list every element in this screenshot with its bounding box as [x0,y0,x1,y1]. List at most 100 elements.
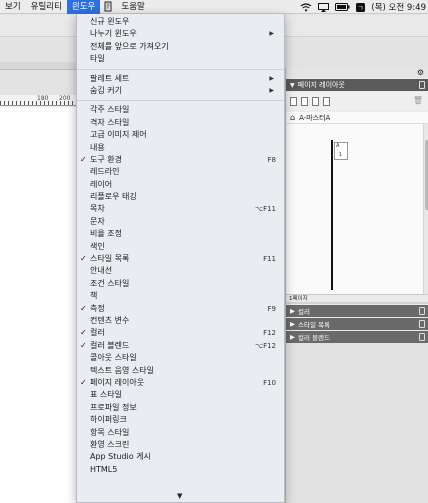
checkmark-icon: ✓ [80,340,87,350]
menu-item[interactable]: 항목 스타일 [77,427,284,439]
menu-item-label: 스타일 목록 [90,254,130,264]
submenu-arrow-icon: ▶ [269,30,274,38]
menu-item[interactable]: 나누기 윈도우 ▶ [77,28,284,40]
page-thumbnail[interactable]: A 1 [334,142,348,160]
panel-title: 컬러 블렌드 [298,334,330,342]
master-page-row[interactable]: ⌂ A-마스터A [286,112,428,124]
menu-item[interactable]: ✓ 스타일 목록 F11 [77,253,284,265]
pages-area[interactable]: A 1 [286,124,423,294]
menu-help[interactable]: 도움말 [116,0,149,14]
document-canvas[interactable] [0,107,76,503]
menu-item[interactable]: 숨김 커기 ▶ [77,85,284,97]
menu-item[interactable]: 신규 윈도우 [77,16,284,28]
menu-item[interactable]: 조건 스타일 [77,278,284,290]
menu-item-label: 내용 [90,142,105,152]
pin-icon[interactable] [419,333,425,341]
checkmark-icon: ✓ [80,377,87,387]
battery-icon[interactable] [335,0,350,14]
checkmark-icon: ✓ [80,254,87,264]
menu-item-label: 텍스트 음영 스타일 [90,365,154,375]
menu-item[interactable]: ✓ 도구 환경 F8 [77,154,284,166]
menu-item[interactable]: 컨텐츠 변수 [77,315,284,327]
menu-item[interactable]: 전체를 앞으로 가져오기 [77,41,284,53]
menu-item[interactable]: 문자 [77,216,284,228]
checkmark-icon: ✓ [80,154,87,164]
gear-icon[interactable]: ⚙ [417,68,424,77]
palette-empty-area [286,343,428,503]
menu-item[interactable]: 콜아웃 스타일 [77,352,284,364]
input-source-icon[interactable]: ㄱ [356,0,366,14]
menu-item[interactable]: 타일 [77,53,284,65]
menu-item[interactable]: 텍스트 음영 스타일 [77,365,284,377]
expand-triangle-icon[interactable]: ▶ [290,333,295,341]
menu-item-label: 항목 스타일 [90,427,130,437]
menu-view[interactable]: 보기 [0,0,26,14]
menu-item[interactable]: ✓ 페이지 레이아웃 F10 [77,377,284,389]
menu-item[interactable]: 레드라인 [77,166,284,178]
menu-item[interactable]: ✓ 측정 F9 [77,303,284,315]
menu-item-label: 비율 조정 [90,229,122,239]
menu-item-label: 신규 윈도우 [90,17,130,26]
pin-icon[interactable] [419,81,425,89]
collapse-triangle-icon[interactable]: ▼ [290,82,295,89]
menu-item-label: 환영 스크린 [90,439,130,449]
insert-page-icon[interactable] [323,96,330,106]
color-blend-panel-header[interactable]: ▶ 컬러 블렌드 [286,331,428,343]
menu-item[interactable]: 안내선 [77,265,284,277]
menu-item-label: 컬러 [90,328,105,338]
wifi-icon[interactable] [300,0,312,14]
menu-item[interactable]: 팔레트 세트 ▶ [77,73,284,85]
menu-item-label: 문자 [90,216,105,226]
menu-item[interactable]: 비율 조정 [77,228,284,240]
menu-utilities[interactable]: 유틸리티 [26,0,67,14]
menu-item[interactable]: 프로파일 정보 [77,402,284,414]
pin-icon[interactable] [419,307,425,315]
menu-clock[interactable]: (목) 오전 9:49 [371,1,426,13]
menu-item[interactable]: 격자 스타일 [77,117,284,129]
facing-page-icon[interactable] [301,96,308,106]
menu-item[interactable]: App Studio 게시 [77,451,284,463]
expand-triangle-icon[interactable]: ▶ [290,320,295,328]
menu-item[interactable]: 내용 [77,142,284,154]
menu-item[interactable]: 각주 스타일 [77,104,284,116]
menu-item[interactable]: 고급 이미지 제어 [77,129,284,141]
page-layout-panel-header[interactable]: ▼ 페이지 레이아웃 [286,79,428,91]
menu-item-label: 고급 이미지 제어 [90,130,147,140]
menu-item-label: 각주 스타일 [90,105,130,115]
menu-item-label: 컬러 블렌드 [90,340,130,350]
scroll-down-arrow-icon[interactable]: ▼ [177,492,182,500]
menu-item[interactable]: HTML5 [77,464,284,476]
menu-item[interactable]: 책 [77,290,284,302]
pages-scrollbar[interactable] [423,124,428,294]
style-sheets-panel-header[interactable]: ▶ 스타일 목록 [286,318,428,330]
spread-spine [331,140,333,290]
menu-item-label: 안내선 [90,266,113,276]
menu-item[interactable]: 리플로우 태깅 [77,191,284,203]
menu-item-label: 책 [90,291,98,301]
menu-bar: 보기 유틸리티 윈도우 도움말 ㄱ (목) 오전 9:49 [0,0,428,14]
airplay-icon[interactable] [318,0,330,14]
ruler-ticks [0,101,76,105]
menu-item[interactable]: 목차 ⌥F11 [77,203,284,215]
menu-item[interactable]: ✓ 컬러 블렌드 ⌥F12 [77,340,284,352]
master-page-icon[interactable] [312,96,319,106]
page-count: 1페이지 [286,294,428,302]
pin-icon[interactable] [419,320,425,328]
menu-item-label: 측정 [90,303,105,313]
trash-icon[interactable]: 🗑 [413,96,423,105]
menu-item-label: 리플로우 태깅 [90,192,137,202]
page-master-letter: A [336,143,340,149]
menu-item[interactable]: 색인 [77,241,284,253]
new-page-icon[interactable] [290,96,297,106]
menu-item-label: 목차 [90,204,105,214]
menu-item[interactable]: 레이어 [77,179,284,191]
script-icon[interactable] [100,0,116,14]
menu-item[interactable]: 환영 스크린 [77,439,284,451]
colors-panel-header[interactable]: ▶ 컬러 [286,305,428,317]
menu-item[interactable]: ✓ 컬러 F12 [77,327,284,339]
menu-item[interactable]: 하이퍼링크 [77,414,284,426]
expand-triangle-icon[interactable]: ▶ [290,307,295,315]
menu-item-label: 페이지 레이아웃 [90,377,145,387]
menu-window[interactable]: 윈도우 [66,0,101,14]
menu-item[interactable]: 표 스타일 [77,389,284,401]
